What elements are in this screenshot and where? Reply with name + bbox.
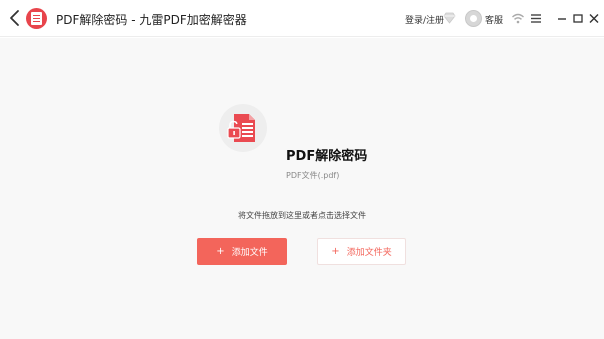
vip-diamond-icon[interactable] — [443, 12, 456, 24]
pdf-unlock-icon — [219, 104, 267, 152]
login-register-link[interactable]: 登录/注册 — [405, 13, 444, 26]
tool-subtitle: PDF文件(.pdf) — [286, 171, 340, 180]
minimize-icon[interactable] — [555, 12, 569, 25]
customer-service-link[interactable]: 客服 — [485, 13, 503, 26]
add-folder-button[interactable]: + 添加文件夹 — [317, 238, 406, 265]
drop-hint: 将文件拖放到这里或者点击选择文件 — [238, 211, 366, 220]
back-button[interactable] — [6, 8, 24, 28]
main-content[interactable] — [0, 38, 604, 339]
add-file-label: 添加文件 — [231, 248, 268, 258]
add-file-button[interactable]: + 添加文件 — [197, 238, 287, 265]
maximize-icon[interactable] — [571, 12, 585, 25]
wifi-icon[interactable] — [511, 12, 525, 25]
app-window: PDF解除密码 - 九雷PDF加密解密器 登录/注册 客服 PDF解除密码 PD… — [0, 0, 604, 339]
tool-title: PDF解除密码 — [286, 149, 368, 164]
title-bar: PDF解除密码 - 九雷PDF加密解密器 登录/注册 客服 — [0, 0, 604, 37]
app-logo-icon — [26, 8, 47, 29]
back-icon — [10, 10, 19, 26]
menu-icon[interactable] — [529, 12, 543, 25]
plus-icon: + — [216, 246, 225, 257]
plus-icon: + — [331, 246, 340, 257]
add-folder-label: 添加文件夹 — [346, 248, 392, 258]
close-icon[interactable] — [587, 12, 601, 25]
customer-service-avatar-icon[interactable] — [465, 10, 482, 27]
window-title: PDF解除密码 - 九雷PDF加密解密器 — [56, 13, 247, 27]
